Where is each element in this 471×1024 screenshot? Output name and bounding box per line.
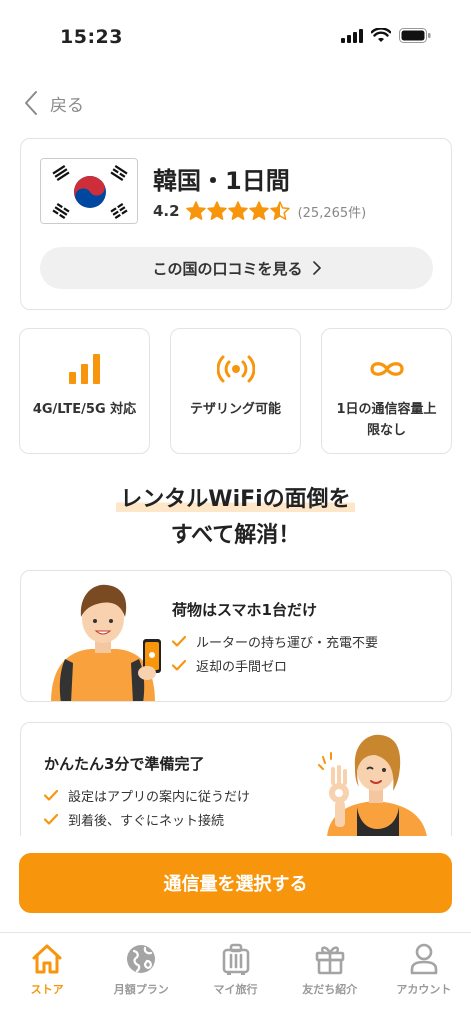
luggage-icon — [222, 943, 249, 975]
globe-icon — [127, 945, 156, 973]
star-half-icon — [269, 201, 290, 220]
back-button[interactable]: 戻る — [24, 90, 84, 116]
promo-title: 荷物はスマホ1台だけ — [172, 601, 317, 619]
list-item: 到着後、すぐにネット接続 — [44, 807, 250, 831]
battery-icon — [399, 28, 431, 43]
tab-monthly-plan[interactable]: 月額プラン — [94, 933, 188, 1024]
select-data-button[interactable]: 通信量を選択する — [19, 853, 452, 913]
review-count: (25,265件) — [297, 205, 367, 221]
tab-store[interactable]: ストア — [0, 933, 94, 1024]
tethering-icon — [216, 355, 255, 383]
rating-row: 4.2 (25,265件) — [153, 201, 366, 221]
tab-bar: ストア 月額プラン マイ旅行 友だち紹介 アカウント — [0, 932, 471, 1024]
status-bar: 15:23 — [0, 0, 471, 70]
list-item: 設定はアプリの案内に従うだけ — [44, 783, 250, 807]
select-data-button-label: 通信量を選択する — [163, 874, 308, 895]
tab-label: アカウント — [396, 983, 452, 996]
cellular-signal-icon — [341, 28, 363, 43]
wifi-icon — [371, 28, 391, 42]
list-item-text: 到着後、すぐにネット接続 — [68, 813, 225, 829]
promo-list: 設定はアプリの案内に従うだけ 到着後、すぐにネット接続 — [44, 783, 250, 831]
list-item: 返却の手間ゼロ — [172, 653, 378, 677]
person-icon — [410, 943, 438, 975]
tab-label: 月額プラン — [113, 983, 169, 996]
tab-refer-friends[interactable]: 友だち紹介 — [283, 933, 377, 1024]
tab-label: ストア — [30, 983, 64, 996]
tab-my-trips[interactable]: マイ旅行 — [188, 933, 282, 1024]
list-item-text: 設定はアプリの案内に従うだけ — [68, 789, 251, 805]
status-icons — [341, 28, 431, 43]
signal-bars-icon — [68, 354, 100, 384]
list-item-text: 返却の手間ゼロ — [196, 659, 288, 675]
chevron-right-icon — [312, 261, 321, 275]
star-full-icon — [185, 201, 206, 220]
feature-label: 4G/LTE/5G 対応 — [32, 402, 137, 417]
rating-value: 4.2 — [153, 202, 180, 220]
promo-title: かんたん3分で準備完了 — [44, 755, 205, 773]
feature-card-tethering: テザリング可能 — [170, 328, 301, 454]
man-with-phone-illustration — [51, 584, 161, 701]
section-headline: レンタルWiFiの面倒を すべて解消！ — [0, 482, 471, 554]
feature-label: 1日の通信容量上限なし — [336, 402, 437, 438]
star-rating — [185, 201, 290, 221]
check-icon — [44, 789, 58, 801]
check-icon — [172, 659, 186, 671]
list-item-text: ルーターの持ち運び・充電不要 — [196, 635, 379, 651]
promo-card-luggage: 荷物はスマホ1台だけ ルーターの持ち運び・充電不要 返却の手間ゼロ — [20, 570, 452, 702]
korea-flag-icon — [40, 158, 138, 224]
chevron-left-icon — [25, 91, 37, 115]
headline-line2: すべて解消！ — [170, 523, 301, 548]
feature-card-network: 4G/LTE/5G 対応 — [19, 328, 150, 454]
headline-line1: レンタルWiFiの面倒を — [116, 487, 355, 512]
check-icon — [44, 813, 58, 825]
tab-label: マイ旅行 — [213, 983, 258, 996]
list-item: ルーターの持ち運び・充電不要 — [172, 629, 378, 653]
woman-ok-sign-illustration — [318, 734, 427, 836]
promo-card-setup: かんたん3分で準備完了 設定はアプリの案内に従うだけ 到着後、すぐにネット接続 — [20, 722, 452, 836]
infinity-icon — [369, 362, 404, 376]
reviews-button[interactable]: この国の口コミを見る — [40, 247, 433, 289]
feature-card-unlimited: 1日の通信容量上限なし — [321, 328, 452, 454]
back-label: 戻る — [50, 95, 84, 116]
reviews-button-label: この国の口コミを見る — [152, 259, 303, 278]
promo-list: ルーターの持ち運び・充電不要 返却の手間ゼロ — [172, 629, 378, 677]
feature-label: テザリング可能 — [189, 402, 281, 417]
tab-account[interactable]: アカウント — [377, 933, 471, 1024]
star-full-icon — [206, 201, 227, 220]
tab-label: 友だち紹介 — [302, 983, 358, 996]
product-title: 韓国・1日間 — [153, 167, 290, 195]
star-full-icon — [227, 201, 248, 220]
gift-icon — [315, 946, 345, 975]
star-full-icon — [248, 201, 269, 220]
product-card: 韓国・1日間 4.2 (25,265件) この国の口コミを見る — [20, 138, 452, 310]
check-icon — [172, 635, 186, 647]
home-icon — [32, 944, 62, 974]
status-time: 15:23 — [60, 26, 123, 48]
